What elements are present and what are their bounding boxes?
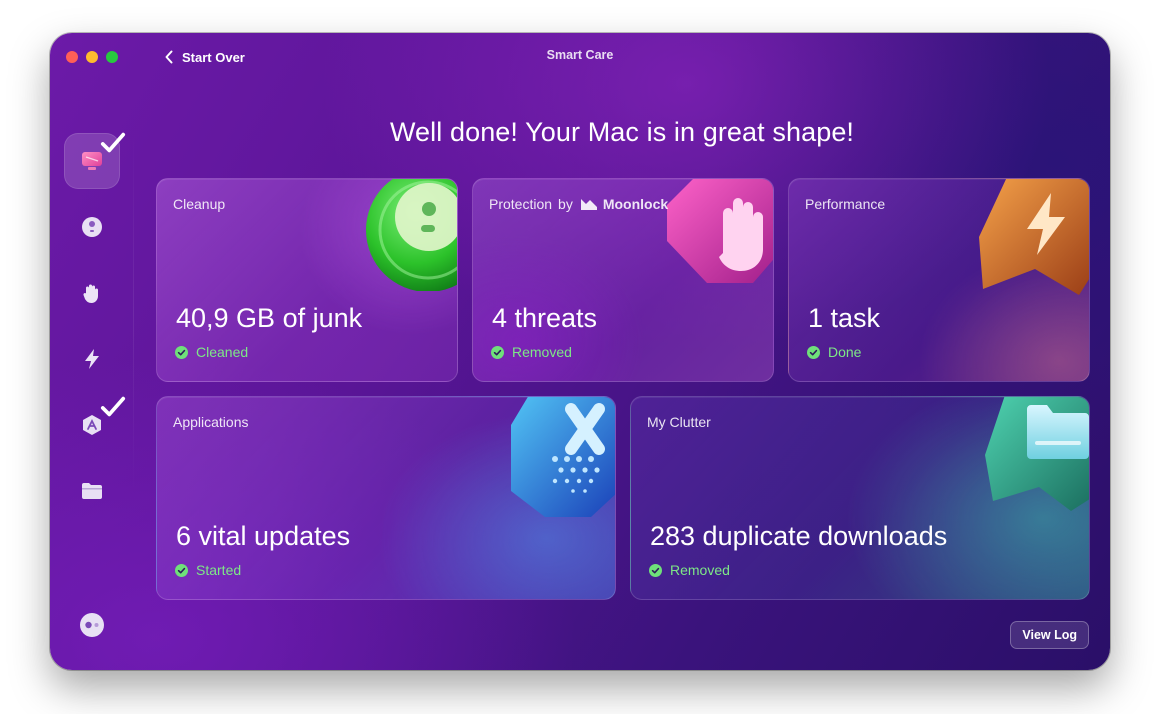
sidebar-item-cleanup[interactable]	[64, 199, 120, 255]
my-clutter-status: Removed	[649, 562, 730, 578]
check-circle-icon	[175, 563, 188, 577]
protection-status-text: Removed	[512, 344, 572, 360]
cleanup-card[interactable]: Cleanup 40,9 GB of junk Cleaned	[156, 178, 458, 382]
checkmark-icon	[100, 132, 126, 153]
performance-label: Performance	[805, 196, 886, 212]
sidebar-item-applications[interactable]	[64, 396, 126, 453]
performance-card[interactable]: Performance 1 task Done	[788, 178, 1090, 382]
applications-label: Applications	[173, 414, 249, 430]
page-headline: Well done! Your Mac is in great shape!	[389, 117, 855, 147]
protection-label-text: Protection	[489, 196, 553, 212]
sidebar-item-my-clutter[interactable]	[64, 463, 120, 519]
performance-status-text: Done	[828, 344, 862, 360]
protection-label: Protection by Moonlock	[489, 196, 668, 212]
sidebar-item-performance[interactable]	[64, 331, 120, 387]
applications-value: 6 vital updates	[176, 521, 351, 551]
applications-status-text: Started	[196, 562, 242, 578]
sidebar-item-protection[interactable]	[64, 265, 120, 321]
cleanup-label: Cleanup	[173, 196, 226, 212]
check-circle-icon	[175, 345, 188, 359]
moonlock-logo-icon	[580, 199, 597, 210]
window-title: Smart Care	[546, 48, 614, 62]
bolt-icon	[85, 349, 99, 369]
check-circle-icon	[649, 563, 662, 577]
protection-card[interactable]: Protection by Moonlock 4 threats Removed	[472, 178, 774, 382]
app-window: Start Over Smart Care Well done! Your Ma…	[50, 33, 1110, 670]
cleanup-status-text: Cleaned	[196, 344, 249, 360]
folder-icon	[82, 483, 102, 499]
clutter-illustration-icon	[985, 397, 1089, 511]
my-clutter-label: My Clutter	[647, 414, 711, 430]
protection-label-by: by	[558, 196, 573, 212]
performance-status: Done	[807, 344, 861, 360]
moonlock-brand-text: Moonlock	[602, 196, 669, 212]
check-circle-icon	[491, 345, 504, 359]
applications-illustration-icon	[511, 397, 615, 517]
cleanup-status: Cleaned	[175, 344, 248, 360]
my-clutter-card[interactable]: My Clutter 283 duplicate downloads Remov…	[630, 396, 1090, 600]
view-log-button[interactable]: View Log	[1010, 621, 1089, 649]
sidebar-item-smart-care[interactable]	[64, 132, 126, 189]
performance-illustration-icon	[979, 179, 1089, 295]
check-circle-icon	[807, 345, 820, 359]
applications-status: Started	[175, 562, 241, 578]
checkmark-icon	[100, 396, 126, 417]
cleanup-illustration-icon	[366, 179, 457, 291]
performance-value: 1 task	[808, 303, 881, 333]
assistant-icon[interactable]	[78, 611, 106, 639]
cleanup-value: 40,9 GB of junk	[176, 303, 363, 333]
protection-illustration-icon	[667, 179, 773, 283]
my-clutter-status-text: Removed	[670, 562, 730, 578]
protection-value: 4 threats	[492, 303, 598, 333]
my-clutter-value: 283 duplicate downloads	[650, 521, 948, 551]
protection-status: Removed	[491, 344, 572, 360]
hand-icon	[83, 284, 98, 303]
cleanup-icon	[82, 217, 102, 237]
sidebar-divider	[133, 133, 134, 493]
applications-card[interactable]: Applications 6 vital updates Started	[156, 396, 616, 600]
